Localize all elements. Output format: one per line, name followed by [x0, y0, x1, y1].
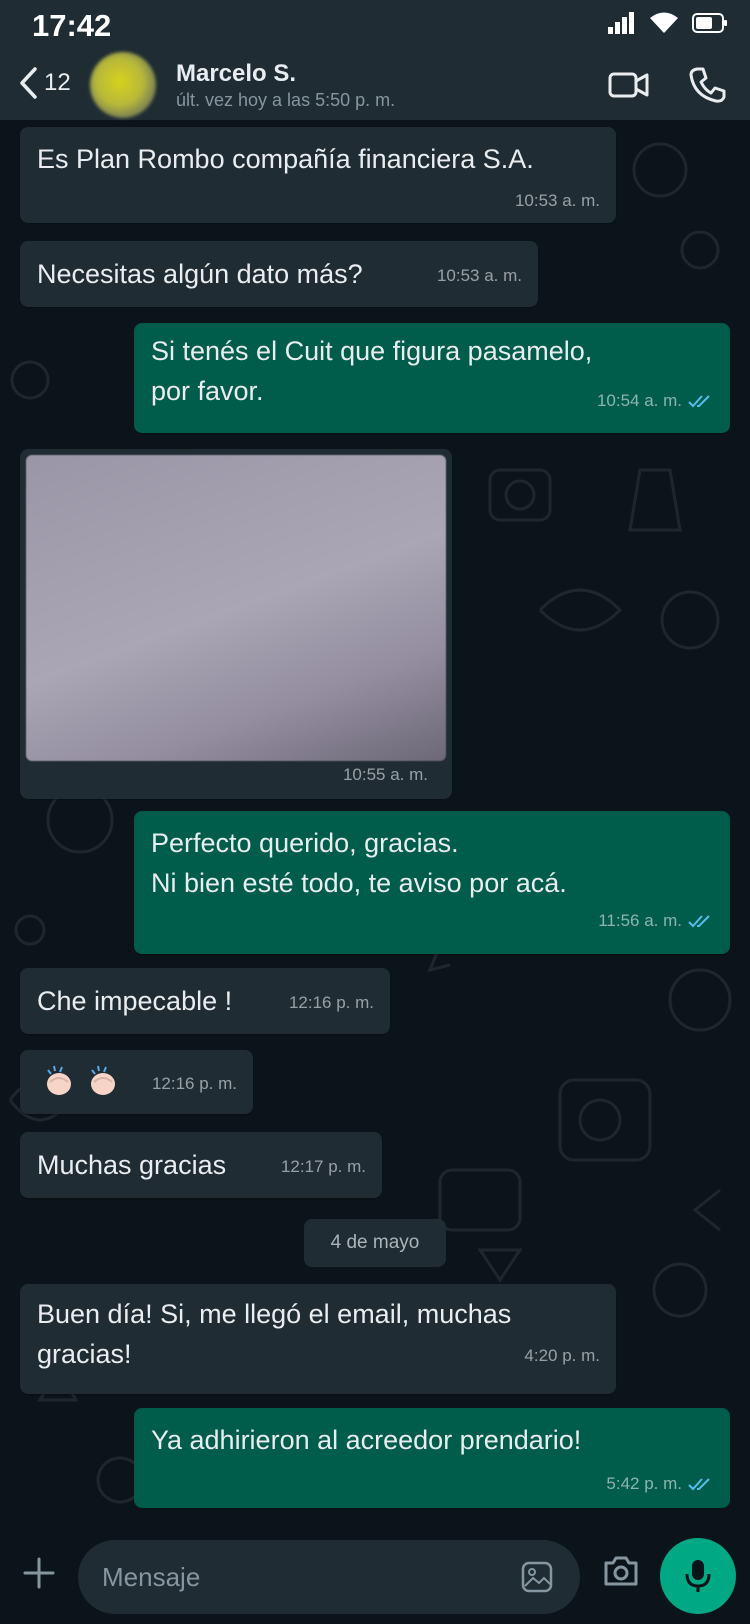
timestamp: 10:55 a. m. — [342, 765, 428, 784]
message-time: 11:56 a. m. — [598, 911, 714, 931]
clapping-hands-emoji — [47, 1065, 71, 1095]
phone-icon[interactable] — [688, 66, 726, 104]
wifi-icon — [650, 12, 678, 33]
incoming-emoji-message[interactable]: 12:16 p. m. — [20, 1050, 253, 1114]
outgoing-message[interactable]: Si tenés el Cuit que figura pasamelo, po… — [134, 323, 730, 433]
signal-icon — [608, 12, 634, 34]
message-text: Ya adhirieron al acreedor prendario! — [151, 1425, 582, 1455]
message-text-line: gracias! — [37, 1339, 132, 1369]
chat-header: 12 Marcelo S. últ. vez hoy a las 5:50 p.… — [0, 52, 750, 120]
clapping-hands-emoji — [91, 1065, 115, 1095]
microphone-icon — [685, 1560, 711, 1592]
chevron-left-icon — [20, 67, 37, 99]
message-text: Necesitas algún dato más? — [37, 259, 363, 289]
message-text-line: por favor. — [151, 376, 264, 406]
message-text: Muchas gracias — [37, 1150, 227, 1180]
message-time: 4:20 p. m. — [524, 1346, 600, 1366]
message-placeholder: Mensaje — [102, 1562, 201, 1592]
message-text-line: Si tenés el Cuit que figura pasamelo, — [151, 336, 593, 366]
incoming-image-message[interactable]: 10:55 a. m. — [20, 449, 452, 799]
message-text-line: Ni bien esté todo, te aviso por acá. — [151, 868, 567, 898]
message-time: 10:53 a. m. — [515, 191, 600, 211]
message-text: Che impecable ! — [37, 986, 233, 1016]
photo-thumbnail[interactable] — [26, 455, 446, 761]
timestamp: 10:53 a. m. — [436, 266, 522, 285]
camera-icon[interactable] — [602, 1554, 640, 1588]
outgoing-message[interactable]: Ya adhirieron al acreedor prendario! 5:4… — [134, 1408, 730, 1508]
status-time: 17:42 — [32, 8, 112, 43]
read-receipt-icon — [688, 915, 710, 928]
incoming-message[interactable]: Muchas gracias 12:17 p. m. — [20, 1132, 382, 1198]
message-time: 10:54 a. m. — [597, 391, 714, 411]
status-bar: 17:42 — [0, 0, 750, 52]
status-icons — [608, 12, 728, 34]
message-time: 10:53 a. m. — [437, 266, 522, 286]
video-call-icon[interactable] — [608, 68, 650, 102]
timestamp: 12:17 p. m. — [280, 1157, 366, 1176]
message-text: Es Plan Rombo compañía financiera S.A. — [37, 144, 534, 174]
timestamp: 5:42 p. m. — [606, 1474, 682, 1493]
outgoing-message[interactable]: Perfecto querido, gracias. Ni bien esté … — [134, 811, 730, 954]
incoming-message[interactable]: Es Plan Rombo compañía financiera S.A. 1… — [20, 127, 616, 223]
message-text-line: Buen día! Si, me llegó el email, muchas — [37, 1299, 512, 1329]
message-time: 12:16 p. m. — [289, 993, 374, 1013]
timestamp: 10:53 a. m. — [514, 191, 600, 210]
message-text-line: Perfecto querido, gracias. — [151, 828, 459, 858]
input-bar: Mensaje — [0, 1530, 750, 1624]
contact-name[interactable]: Marcelo S. — [176, 60, 296, 88]
last-seen: últ. vez hoy a las 5:50 p. m. — [176, 90, 396, 110]
message-time: 10:55 a. m. — [343, 765, 428, 785]
message-input[interactable]: Mensaje — [78, 1540, 580, 1614]
timestamp: 12:16 p. m. — [288, 993, 374, 1012]
read-receipt-icon — [688, 1478, 710, 1491]
timestamp: 4:20 p. m. — [524, 1346, 600, 1365]
incoming-message[interactable]: Necesitas algún dato más? 10:53 a. m. — [20, 241, 538, 307]
message-time: 12:16 p. m. — [152, 1074, 237, 1094]
read-receipt-icon — [688, 395, 710, 408]
timestamp: 12:16 p. m. — [151, 1074, 237, 1093]
avatar[interactable] — [90, 52, 156, 118]
timestamp: 11:56 a. m. — [598, 911, 682, 930]
date-separator: 4 de mayo — [304, 1219, 446, 1267]
message-list: Es Plan Rombo compañía financiera S.A. 1… — [0, 120, 750, 1530]
back-button[interactable]: 12 — [18, 66, 71, 100]
message-time: 5:42 p. m. — [606, 1474, 714, 1494]
message-time: 12:17 p. m. — [281, 1157, 366, 1177]
battery-icon — [692, 13, 727, 33]
sticker-image-icon[interactable] — [520, 1560, 554, 1594]
unread-count: 12 — [44, 69, 71, 96]
plus-icon[interactable] — [22, 1556, 56, 1590]
incoming-message[interactable]: Che impecable ! 12:16 p. m. — [20, 968, 390, 1034]
incoming-message[interactable]: Buen día! Si, me llegó el email, muchas … — [20, 1284, 616, 1394]
timestamp: 10:54 a. m. — [596, 391, 682, 410]
voice-record-button[interactable] — [660, 1538, 736, 1614]
